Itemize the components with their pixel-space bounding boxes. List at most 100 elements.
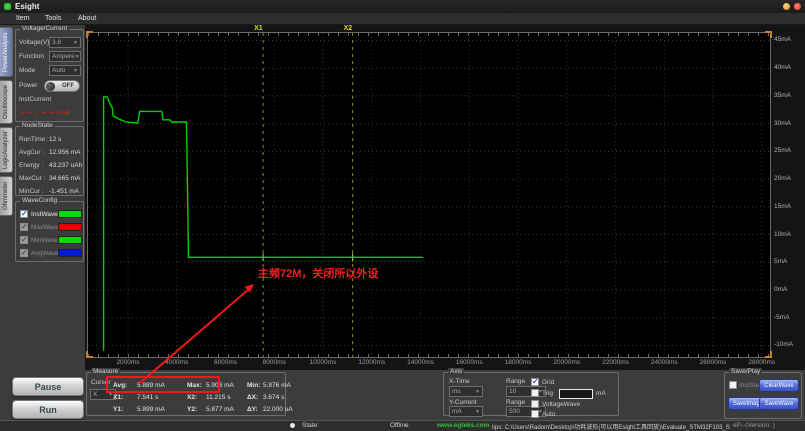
state-value: Offline [390,422,409,429]
y-current-label: Y-Current [449,399,477,406]
maxwave-color-swatch [58,223,82,231]
minimize-icon[interactable] [783,3,790,10]
voltage-select[interactable]: 3.8 ▼ [49,37,81,48]
x-time-label: X-Time [449,378,470,385]
x-axis-tick-label: 26000ms [699,359,727,366]
save-play-title: Save/Play [729,368,763,375]
y-range-select[interactable]: 500 ▼ [506,406,546,417]
delta-y-value: 22.000 uA [263,406,293,413]
power-label: Power [19,82,38,89]
function-label: Function [19,53,44,60]
voltage-current-title: Voltage/Current [20,25,70,32]
grid-checkbox[interactable] [531,377,539,386]
y-current-select[interactable]: mA ▼ [449,406,483,417]
auto-label: Auto [542,411,556,418]
pause-button[interactable]: Pause [12,377,84,396]
save-wave-button[interactable]: SaveWave [759,397,799,410]
tab-oscilloscope[interactable]: Oscilloscope [0,80,13,124]
inst-save-checkbox[interactable] [729,381,737,389]
maxcur-label: MaxCur : [19,175,46,182]
tab-logic-analyzer[interactable]: LogicAnalyzer [0,127,13,173]
axis-panel: Axis X-Time ms ▼ Range 10 ▼ Y-Current mA ▼ … [443,368,619,418]
y-axis-tick-label: 5mA [774,258,788,266]
runtime-value: 12 s [49,136,62,143]
avgcur-label: AvgCur : [19,149,45,156]
x-axis-tick-label: 6000ms [213,359,238,366]
min-value: 5.876 mA [263,382,291,389]
x-range-select[interactable]: 10 ▼ [506,386,546,397]
state-label: State: [302,422,319,429]
menu-item[interactable]: Item [16,15,30,22]
instwave-checkbox[interactable] [20,209,28,218]
node-state-title: NodeState [20,122,55,129]
trig-input[interactable] [559,389,593,399]
auto-checkbox[interactable] [531,410,539,418]
close-icon[interactable] [794,3,801,10]
mode-label: Mode [19,67,36,74]
menu-tools[interactable]: Tools [45,15,61,22]
axis-title: Axis [448,368,465,375]
min-label: Min: [247,382,261,389]
trig-checkbox[interactable] [531,389,539,397]
voltagewave-checkbox[interactable] [531,400,539,408]
x-axis-tick-label: 2000ms [116,359,140,366]
maxwave-checkbox[interactable] [20,222,28,231]
mincur-label: MinCur : [19,188,44,195]
measure-title: Measure [91,368,121,375]
tab-ohmmeter[interactable]: Ohmmeter [0,176,13,216]
power-state: OFF [62,83,74,89]
runtime-label: RunTime : [19,136,49,143]
tab-power-analysis[interactable]: PowerAnalysis [0,27,13,77]
window-title: Esight [15,2,40,11]
app-icon [4,3,11,10]
y2-label: Y2: [187,406,198,413]
website-link[interactable]: www.egteks.com [437,422,490,429]
inst-current-unit: mA [62,109,71,117]
minwave-label: MinWave [31,237,58,244]
run-button[interactable]: Run [12,400,84,419]
y-axis-tick-label: 25mA [774,147,791,155]
waveform-plot[interactable] [88,33,770,357]
y-axis-tick-label: -5mA [774,313,790,321]
x-axis-tick-label: 12000ms [358,359,386,366]
menu-about[interactable]: About [78,15,96,22]
chevron-down-icon: ▼ [73,39,78,46]
cursor-x1-label[interactable]: X1 [254,25,263,32]
function-select[interactable]: Ampere ▼ [49,51,81,62]
node-state-panel: NodeState RunTime : 12 s AvgCur : 12.956… [15,122,84,196]
maxwave-label: MaxWave [31,224,60,231]
delta-x-label: ΔX: [247,394,259,401]
x-axis-tick-label: 16000ms [455,359,483,366]
minwave-checkbox[interactable] [20,235,28,244]
clear-wave-button[interactable]: ClearWave [759,379,799,392]
y-axis-tick-label: -10mA [774,341,794,349]
voltage-label: Voltage(V) [19,39,50,46]
x-time-value: ms [452,388,461,395]
power-toggle[interactable]: OFF [44,80,80,92]
inst-current-label: InstCurrent [19,96,52,103]
x-axis-tick-label: 28000ms [748,359,776,366]
energy-value: 43.237 uAh [49,162,83,169]
avgwave-checkbox[interactable] [20,248,28,257]
grid-label: Grid [542,379,555,386]
avgwave-color-swatch [58,249,82,257]
y-axis-tick-label: 30mA [774,119,791,127]
y-axis-tick-label: 40mA [774,64,791,72]
voltagewave-label: VoltageWave [542,401,581,408]
delta-y-label: ΔY: [247,406,258,413]
chevron-down-icon: ▼ [475,388,480,395]
menu-bar: Item Tools About [0,13,805,25]
energy-label: Energy : [19,162,44,169]
x-time-select[interactable]: ms ▼ [449,386,483,397]
cursor-value: X [93,391,98,398]
avgcur-value: 12.956 mA [49,149,81,156]
y-axis-tick-label: 35mA [774,91,791,99]
y-axis-tick-label: 20mA [774,175,791,183]
mincur-value: -1.451 mA [49,188,79,195]
voltage-current-panel: Voltage/Current Voltage(V) 3.8 ▼ Function… [15,25,84,122]
x-range-value: 10 [509,388,517,395]
maxcur-value: 34.665 mA [49,175,81,182]
cursor-x2-label[interactable]: X2 [344,25,353,32]
mode-select[interactable]: Auto ▼ [49,65,81,76]
toggle-knob-icon [46,82,55,91]
